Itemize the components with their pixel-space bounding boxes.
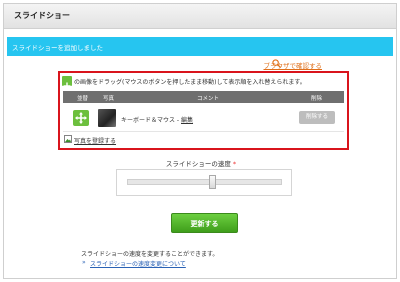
photo-order-panel: の画像をドラッグ(マウスのボタンを押したまま移動)して表示順を入れ替えられます。… [58,71,349,150]
slider-track[interactable] [127,179,282,185]
speed-description: スライドショーの速度を変更することができます。 [81,251,219,258]
row-comment-line: キーボード＆マウス - 編集 [121,115,193,124]
table-header: 並替 写真 コメント 削除 [63,91,344,103]
header-photo: 写真 [103,96,115,102]
browser-check-link[interactable]: ブラウザで確認する [264,60,323,70]
image-icon [64,135,72,143]
notice-text: スライドショーを追加しました [12,44,103,52]
slider-handle[interactable] [208,175,216,189]
speed-slider[interactable] [116,169,292,196]
update-button[interactable]: 更新する [171,213,238,233]
speed-label-text: スライドショーの速度 [165,160,231,168]
drag-plus-icon [62,76,72,90]
required-mark: * [232,160,237,168]
help-bullet: » [82,259,86,266]
row-comment: キーボード＆マウス [121,117,176,124]
edit-link[interactable]: 編集 [181,117,193,124]
speed-help-link[interactable]: スライドショーの速度変更について [90,259,186,268]
header-order: 並替 [77,96,89,102]
success-notice: スライドショーを追加しました [7,37,393,56]
main-panel: スライドショー スライドショーを追加しました ブラウザで確認する の画像をドラッ… [3,3,397,279]
delete-button[interactable]: 削除する [299,111,335,124]
header-delete: 削除 [311,96,323,102]
title-bar: スライドショー [4,4,396,29]
register-photo-link[interactable]: 写真を登録する [74,136,116,145]
speed-label: スライドショーの速度 * [1,158,400,168]
drag-hint-text: の画像をドラッグ(マウスのボタンを押したまま移動)して表示順を入れ替えられます。 [74,79,306,86]
page-title: スライドショー [14,11,70,20]
header-comment: コメント [197,96,220,102]
photo-thumbnail [98,109,116,127]
move-handle-icon[interactable] [73,110,89,126]
table-row: キーボード＆マウス - 編集 削除する [63,105,344,132]
